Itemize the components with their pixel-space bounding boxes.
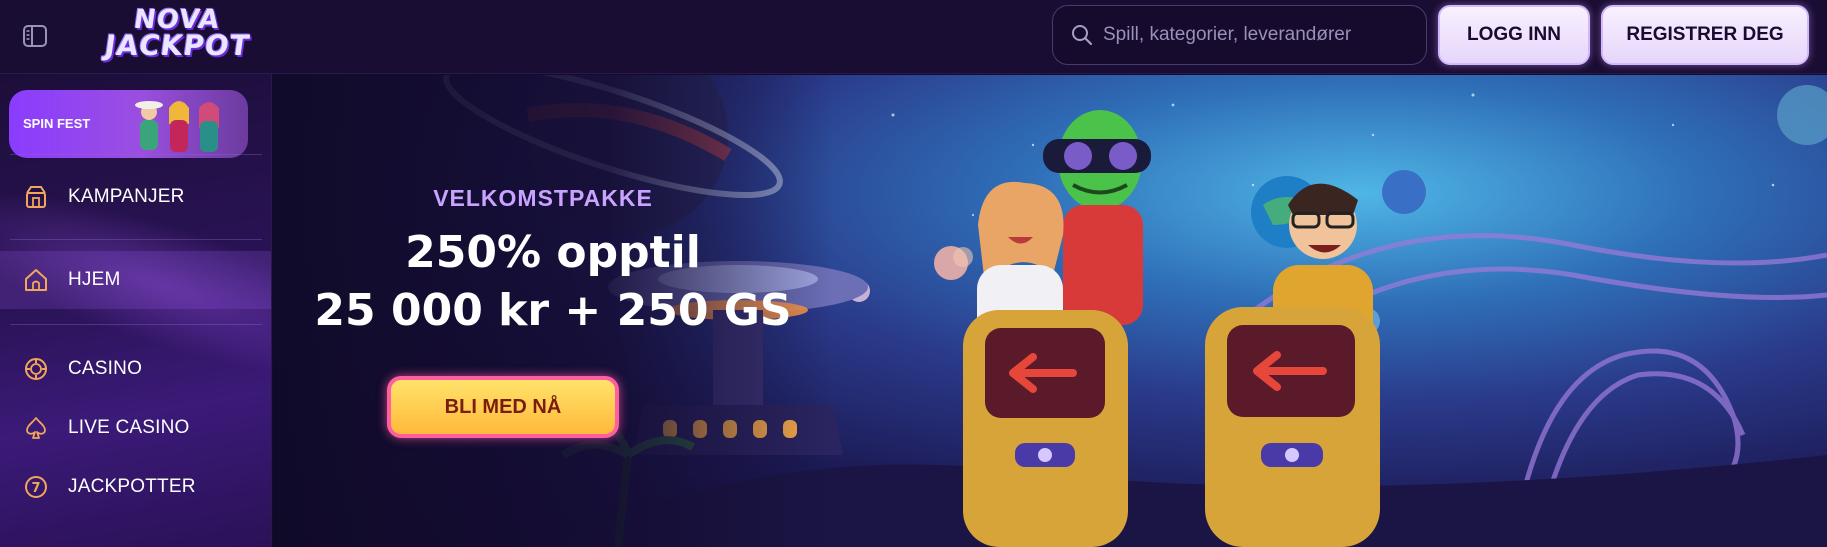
sidebar-divider — [10, 324, 262, 325]
sidebar-item-kampanjer[interactable]: KAMPANJER — [0, 168, 271, 226]
casino-chip-icon — [22, 355, 50, 383]
join-now-button[interactable]: BLI MED NÅ — [387, 376, 619, 438]
sidebar-item-label: HJEM — [68, 269, 121, 290]
home-icon — [22, 266, 50, 294]
login-button[interactable]: LOGG INN — [1438, 5, 1590, 65]
promo-label: SPIN FEST — [23, 116, 91, 131]
hero-banner[interactable]: VELKOMSTPAKKE 250% opptil 25 000 kr + 25… — [273, 75, 1827, 547]
welcome-package-label: VELKOMSTPAKKE — [433, 185, 653, 211]
sidebar-item-hjem[interactable]: HJEM — [0, 251, 271, 309]
spade-icon — [22, 414, 50, 442]
hero-headline-line-2: 25 000 kr + 250 GS — [314, 285, 792, 336]
hero-headline-line-1: 250% opptil — [405, 227, 701, 278]
register-button[interactable]: REGISTRER DEG — [1601, 5, 1809, 65]
sidebar-toggle-icon[interactable] — [18, 21, 52, 51]
svg-text:7: 7 — [31, 481, 40, 496]
jackpot-icon: 7 — [22, 473, 50, 501]
sidebar-item-label: JACKPOTTER — [68, 476, 196, 497]
sidebar-divider — [10, 154, 262, 155]
search-input[interactable] — [1103, 24, 1403, 46]
search-box[interactable] — [1052, 5, 1427, 65]
sidebar-item-casino[interactable]: CASINO — [0, 340, 271, 398]
spin-fest-promo-banner[interactable]: SPIN FEST — [9, 90, 248, 158]
sidebar: SPIN FEST KAMPANJER HJEM CASINO LIVE CAS… — [0, 74, 272, 547]
sidebar-divider — [10, 239, 262, 240]
sidebar-item-label: LIVE CASINO — [68, 417, 190, 438]
promo-characters-image — [135, 101, 219, 152]
gift-shop-icon — [22, 183, 50, 211]
nova-jackpot-logo[interactable]: NOVA JACKPOT — [92, 5, 262, 63]
search-icon — [1072, 25, 1093, 46]
sidebar-item-label: CASINO — [68, 358, 143, 379]
top-bar: NOVA JACKPOT LOGG INN REGISTRER DEG — [0, 0, 1827, 74]
sidebar-item-live-casino[interactable]: LIVE CASINO — [0, 399, 271, 457]
logo-line-2: JACKPOT — [102, 29, 252, 63]
sidebar-item-jackpotter[interactable]: 7 JACKPOTTER — [0, 458, 271, 516]
sidebar-item-label: KAMPANJER — [68, 186, 185, 207]
